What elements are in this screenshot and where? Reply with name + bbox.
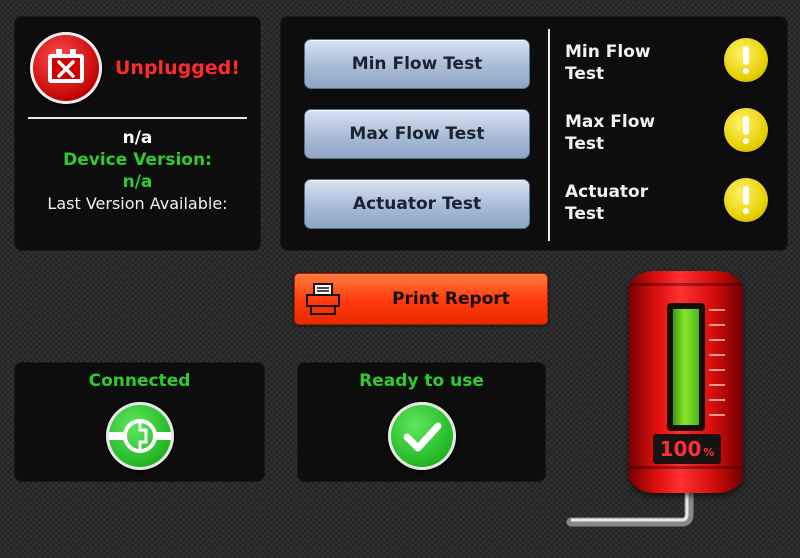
max-flow-warning-icon [724,108,768,152]
min-flow-test-button[interactable]: Min Flow Test [304,39,530,89]
gauge-scale-tick [709,399,725,401]
device-version-value: n/a [122,172,153,192]
actuator-test-button[interactable]: Actuator Test [304,179,530,229]
min-flow-warning-icon [724,38,768,82]
print-report-button[interactable]: Print Report [294,273,548,325]
min-flow-test-status-label: Min Flow Test [565,42,651,84]
max-flow-test-button[interactable]: Max Flow Test [304,109,530,159]
gauge-scale-tick [709,414,725,416]
level-readout: 100% [653,434,721,464]
device-version-label: Device Version: [63,150,212,170]
tests-divider [548,29,550,241]
level-value: 100 [659,437,702,461]
max-flow-test-status-label: Max Flow Test [565,112,656,154]
device-divider [28,117,247,119]
level-unit: % [703,446,715,459]
level-tube [667,303,705,431]
level-gauge: 100% [629,271,743,493]
print-report-label: Print Report [392,289,510,309]
gauge-scale-tick [709,384,725,386]
actuator-test-status-label: Actuator Test [565,182,649,224]
plug-icon [106,402,174,470]
level-fill [673,309,699,425]
gauge-scale-tick [709,324,725,326]
gauge-scale-tick [709,339,725,341]
printer-icon [306,283,340,315]
readiness-status-panel: Ready to use [297,362,546,482]
gauge-scale-tick [709,354,725,356]
device-status-panel: Unplugged! n/a Device Version: n/a Last … [14,16,261,251]
connection-status-label: Connected [88,371,191,391]
firmware-value: n/a [122,128,153,148]
readiness-status-label: Ready to use [359,371,484,391]
checkmark-icon [388,402,456,470]
gauge-scale-tick [709,309,725,311]
device-status-text: Unplugged! [115,57,240,79]
tests-panel: Min Flow Test Max Flow Test Actuator Tes… [280,16,788,251]
unplugged-icon [30,32,102,104]
actuator-warning-icon [724,178,768,222]
connection-status-panel: Connected [14,362,265,482]
last-version-available-label: Last Version Available: [47,194,228,213]
gauge-scale-tick [709,369,725,371]
